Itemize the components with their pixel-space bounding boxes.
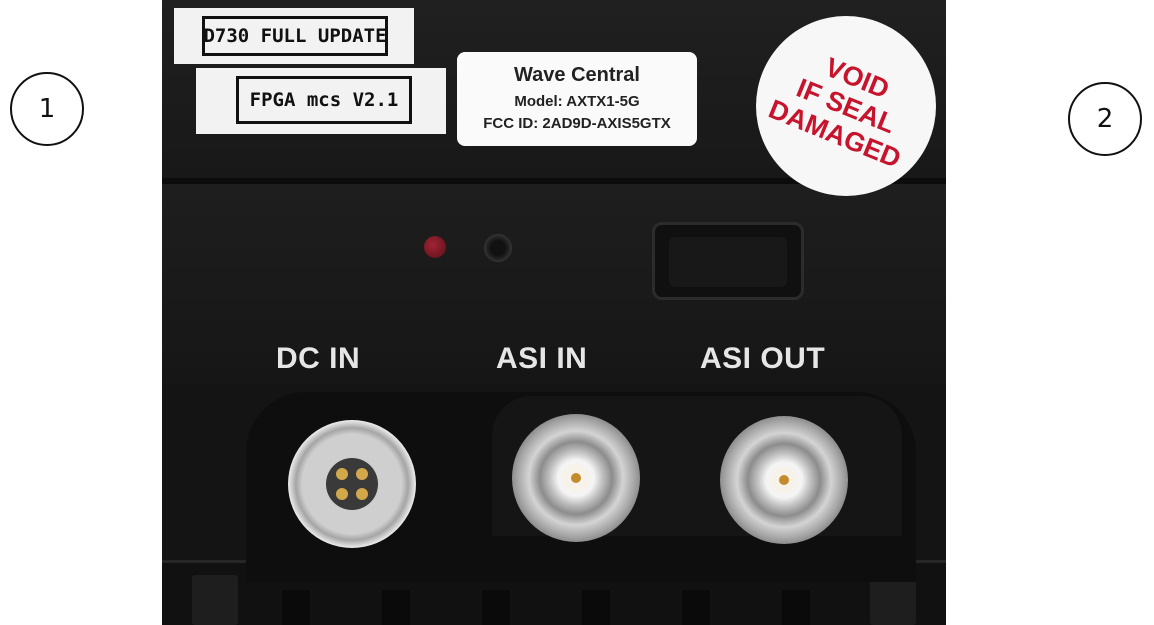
bnc-insulator	[770, 466, 798, 494]
status-led-off	[484, 234, 512, 262]
bnc-center-pin	[571, 473, 581, 483]
base-ridge	[382, 590, 410, 625]
switch-knob	[669, 237, 787, 287]
foot	[870, 575, 916, 625]
dc-pin	[356, 468, 368, 480]
fcc-id: FCC ID: 2AD9D-AXIS5GTX	[483, 114, 671, 132]
firmware-sticker: D730 FULL UPDATE	[174, 8, 414, 64]
base-ridge	[582, 590, 610, 625]
fcc-label: Wave Central Model: AXTX1-5G FCC ID: 2AD…	[457, 52, 697, 146]
status-led-red	[424, 236, 446, 258]
power-switch[interactable]	[652, 222, 804, 300]
asi-in-label: ASI IN	[496, 342, 588, 375]
void-seal-sticker: VOID IF SEAL DAMAGED	[756, 16, 936, 196]
asi-out-bnc-connector[interactable]	[720, 416, 848, 544]
bnc-insulator	[562, 464, 590, 492]
dc-connector-face	[326, 458, 378, 510]
asi-out-label: ASI OUT	[700, 342, 826, 375]
dc-in-connector[interactable]	[288, 420, 416, 548]
dc-pin	[336, 488, 348, 500]
callout-2: 2	[1068, 82, 1142, 156]
bnc-center-pin	[779, 475, 789, 485]
encoder-device: D730 FULL UPDATE FPGA mcs V2.1 Wave Cent…	[162, 0, 946, 625]
base-ridge	[482, 590, 510, 625]
fcc-brand: Wave Central	[514, 63, 640, 86]
dc-pin	[356, 488, 368, 500]
base-ridge	[782, 590, 810, 625]
fpga-sticker: FPGA mcs V2.1	[196, 68, 446, 134]
seal-text: VOID IF SEAL DAMAGED	[756, 16, 936, 196]
asi-in-bnc-connector[interactable]	[512, 414, 640, 542]
base-ridge	[682, 590, 710, 625]
base-ridge	[282, 590, 310, 625]
firmware-label: D730 FULL UPDATE	[202, 16, 388, 56]
dc-pin	[336, 468, 348, 480]
foot	[192, 575, 238, 625]
fpga-label: FPGA mcs V2.1	[236, 76, 412, 124]
fcc-model: Model: AXTX1-5G	[514, 92, 640, 110]
callout-1: 1	[10, 72, 84, 146]
dc-in-label: DC IN	[276, 342, 361, 375]
